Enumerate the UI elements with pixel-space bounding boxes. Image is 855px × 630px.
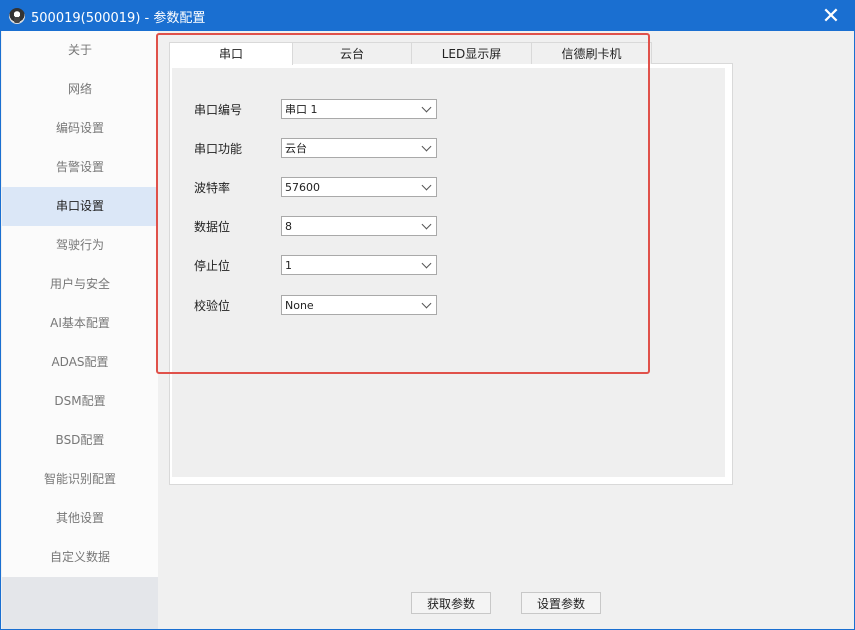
port-function-value: 云台 xyxy=(285,142,307,155)
data-bits-label: 数据位 xyxy=(194,219,231,234)
title-bar: 500019(500019) - 参数配置 ✕ xyxy=(1,1,854,31)
port-number-value: 串口 1 xyxy=(285,103,318,116)
sidebar-item-about[interactable]: 关于 xyxy=(2,31,158,70)
port-number-select[interactable]: 串口 1 xyxy=(281,99,437,119)
sidebar-item-dsm[interactable]: DSM配置 xyxy=(2,382,158,421)
parity-value: None xyxy=(285,298,314,312)
stop-bits-label: 停止位 xyxy=(194,258,231,273)
chevron-down-icon xyxy=(421,102,432,112)
sidebar-item-other[interactable]: 其他设置 xyxy=(2,499,158,538)
set-params-button[interactable]: 设置参数 xyxy=(521,592,601,614)
tab-ptz[interactable]: 云台 xyxy=(292,42,412,64)
get-params-button[interactable]: 获取参数 xyxy=(411,592,491,614)
form-row-data-bits: 数据位 8 xyxy=(194,216,437,236)
sidebar-item-ai-basic[interactable]: AI基本配置 xyxy=(2,304,158,343)
sidebar-item-alarm[interactable]: 告警设置 xyxy=(2,148,158,187)
app-logo-icon xyxy=(9,8,25,24)
sidebar-item-smart-recognition[interactable]: 智能识别配置 xyxy=(2,460,158,499)
chevron-down-icon xyxy=(421,219,432,229)
sidebar: 关于 网络 编码设置 告警设置 串口设置 驾驶行为 用户与安全 AI基本配置 A… xyxy=(2,31,158,629)
data-bits-select[interactable]: 8 xyxy=(281,216,437,236)
baud-rate-label: 波特率 xyxy=(194,180,231,195)
sidebar-item-network[interactable]: 网络 xyxy=(2,70,158,109)
window-title: 500019(500019) - 参数配置 xyxy=(31,10,206,26)
stop-bits-select[interactable]: 1 xyxy=(281,255,437,275)
tab-serial[interactable]: 串口 xyxy=(169,42,293,65)
config-window: 500019(500019) - 参数配置 ✕ 关于 网络 编码设置 告警设置 … xyxy=(0,0,855,630)
chevron-down-icon xyxy=(421,298,432,308)
tab-card-reader[interactable]: 信德刷卡机 xyxy=(531,42,652,64)
form-row-port-function: 串口功能 云台 xyxy=(194,138,437,158)
port-number-label: 串口编号 xyxy=(194,102,243,117)
sidebar-item-adas[interactable]: ADAS配置 xyxy=(2,343,158,382)
chevron-down-icon xyxy=(421,258,432,268)
sidebar-item-custom-data[interactable]: 自定义数据 xyxy=(2,538,158,577)
form-row-port-number: 串口编号 串口 1 xyxy=(194,99,437,119)
data-bits-value: 8 xyxy=(285,219,292,233)
close-button[interactable]: ✕ xyxy=(808,1,854,31)
port-function-select[interactable]: 云台 xyxy=(281,138,437,158)
stop-bits-value: 1 xyxy=(285,258,292,272)
sidebar-item-serial[interactable]: 串口设置 xyxy=(2,187,158,226)
sidebar-item-encoding[interactable]: 编码设置 xyxy=(2,109,158,148)
baud-rate-select[interactable]: 57600 xyxy=(281,177,437,197)
port-function-label: 串口功能 xyxy=(194,141,243,156)
form-row-stop-bits: 停止位 1 xyxy=(194,255,437,275)
parity-label: 校验位 xyxy=(194,298,231,313)
sidebar-item-user-security[interactable]: 用户与安全 xyxy=(2,265,158,304)
form-row-baud-rate: 波特率 57600 xyxy=(194,177,437,197)
sidebar-item-driving-behavior[interactable]: 驾驶行为 xyxy=(2,226,158,265)
sidebar-item-bsd[interactable]: BSD配置 xyxy=(2,421,158,460)
tab-led-display[interactable]: LED显示屏 xyxy=(411,42,532,64)
parity-select[interactable]: None xyxy=(281,295,437,315)
sidebar-list: 关于 网络 编码设置 告警设置 串口设置 驾驶行为 用户与安全 AI基本配置 A… xyxy=(2,31,158,577)
chevron-down-icon xyxy=(421,141,432,151)
form-row-parity: 校验位 None xyxy=(194,295,437,315)
tab-bar: 串口 云台 LED显示屏 信德刷卡机 xyxy=(169,42,652,65)
baud-rate-value: 57600 xyxy=(285,180,320,194)
chevron-down-icon xyxy=(421,180,432,190)
